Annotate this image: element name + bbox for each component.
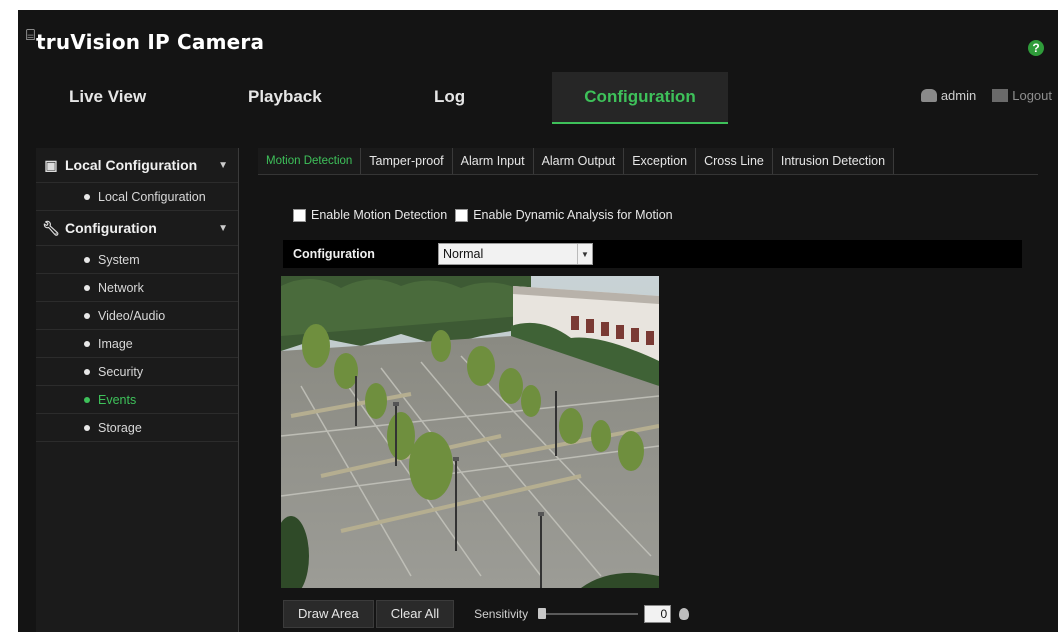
tab-alarm-input[interactable]: Alarm Input — [452, 148, 534, 174]
computer-icon: ▣ — [44, 156, 58, 173]
sidebar-group-local-configuration[interactable]: ▣ Local Configuration ▼ — [36, 148, 238, 183]
main-content: Motion Detection Tamper-proof Alarm Inpu… — [258, 148, 1058, 632]
user-icon — [920, 89, 937, 102]
sensitivity-label: Sensitivity — [474, 607, 529, 621]
chevron-down-icon[interactable]: ▼ — [218, 223, 228, 234]
main-nav: Live View Playback Log Configuration — [36, 72, 756, 132]
sidebar-item-network[interactable]: Network — [36, 274, 238, 302]
sensitivity-value[interactable]: 0 — [644, 605, 672, 623]
tab-tamper-proof[interactable]: Tamper-proof — [361, 148, 453, 174]
sidebar-item-events[interactable]: Events — [36, 386, 238, 414]
checkbox-label: Enable Dynamic Analysis for Motion — [473, 208, 673, 222]
bulb-icon — [679, 608, 690, 620]
enable-dynamic-analysis-checkbox[interactable]: Enable Dynamic Analysis for Motion — [455, 208, 673, 222]
bullet-icon — [84, 424, 90, 431]
sidebar-item-label: Video/Audio — [98, 308, 166, 323]
sidebar: ▣ Local Configuration ▼ Local Configurat… — [36, 148, 239, 632]
sidebar-group-label: Configuration — [65, 220, 157, 236]
parking-lot-scene — [281, 276, 659, 588]
checkbox-box[interactable] — [293, 208, 306, 222]
tab-exception[interactable]: Exception — [624, 148, 697, 174]
checkbox-label: Enable Motion Detection — [311, 208, 448, 222]
chevron-down-icon[interactable]: ▼ — [218, 160, 228, 171]
sidebar-item-label: Local Configuration — [98, 189, 206, 204]
sidebar-item-label: Security — [98, 364, 144, 379]
bullet-icon — [84, 256, 90, 263]
user-area: admin Logout — [920, 88, 1052, 103]
tab-cross-line[interactable]: Cross Line — [696, 148, 773, 174]
configuration-label: Configuration — [293, 247, 375, 261]
nav-tab-live-view[interactable]: Live View — [69, 72, 146, 122]
tab-intrusion-detection[interactable]: Intrusion Detection — [772, 148, 895, 174]
bullet-icon — [84, 396, 90, 403]
app-window: ⌸ truVision IP Camera ? Live View Playba… — [18, 10, 1058, 632]
bullet-icon — [84, 368, 90, 375]
app-title: truVision IP Camera — [36, 30, 265, 54]
tab-motion-detection[interactable]: Motion Detection — [258, 148, 362, 174]
sidebar-group-configuration[interactable]: 🔧︎ Configuration ▼ — [36, 211, 238, 246]
logout-icon[interactable] — [992, 89, 1009, 102]
sidebar-item-label: System — [98, 252, 140, 267]
sidebar-item-label: Network — [98, 280, 144, 295]
nav-tab-playback[interactable]: Playback — [248, 72, 322, 122]
checkbox-box[interactable] — [455, 208, 469, 222]
configuration-row: Configuration Normal ▼ — [283, 240, 1022, 268]
camera-live-view[interactable] — [281, 276, 659, 588]
help-icon[interactable]: ? — [1028, 40, 1044, 56]
bullet-icon — [84, 312, 90, 319]
slider-track[interactable] — [538, 613, 639, 615]
logout-link[interactable]: Logout — [1012, 88, 1052, 103]
configuration-select[interactable]: Normal ▼ — [438, 243, 593, 265]
bullet-icon — [84, 193, 90, 200]
sidebar-item-label: Events — [98, 392, 137, 407]
username: admin — [940, 88, 977, 103]
wrench-icon: 🔧︎ — [42, 219, 60, 236]
sidebar-item-label: Storage — [98, 420, 142, 435]
nav-tab-configuration[interactable]: Configuration — [552, 72, 728, 124]
enable-motion-detection-checkbox[interactable]: Enable Motion Detection — [293, 208, 447, 222]
clear-all-button[interactable]: Clear All — [375, 600, 455, 628]
sidebar-item-storage[interactable]: Storage — [36, 414, 238, 442]
chevron-down-icon[interactable]: ▼ — [577, 244, 592, 264]
tab-alarm-output[interactable]: Alarm Output — [533, 148, 625, 174]
slider-thumb[interactable] — [538, 608, 547, 619]
draw-area-button[interactable]: Draw Area — [283, 600, 374, 628]
nav-tab-log[interactable]: Log — [434, 72, 465, 122]
bullet-icon — [84, 340, 90, 347]
sidebar-item-system[interactable]: System — [36, 246, 238, 274]
sidebar-item-security[interactable]: Security — [36, 358, 238, 386]
logo-mark-icon: ⌸ — [26, 26, 36, 44]
sidebar-item-image[interactable]: Image — [36, 330, 238, 358]
select-value: Normal — [443, 247, 484, 261]
sidebar-item-label: Image — [98, 336, 133, 351]
sidebar-group-label: Local Configuration — [65, 157, 198, 173]
truvision-logo: ⌸ truVision IP Camera — [26, 28, 264, 56]
event-tabs: Motion Detection Tamper-proof Alarm Inpu… — [258, 148, 1038, 175]
bullet-icon — [84, 284, 90, 291]
sidebar-item-video-audio[interactable]: Video/Audio — [36, 302, 238, 330]
motion-controls: Draw Area Clear All Sensitivity 0 — [283, 600, 690, 628]
sensitivity-slider[interactable] — [538, 606, 639, 622]
sidebar-item-local-configuration[interactable]: Local Configuration — [36, 183, 238, 211]
motion-options: Enable Motion Detection Enable Dynamic A… — [293, 208, 681, 222]
